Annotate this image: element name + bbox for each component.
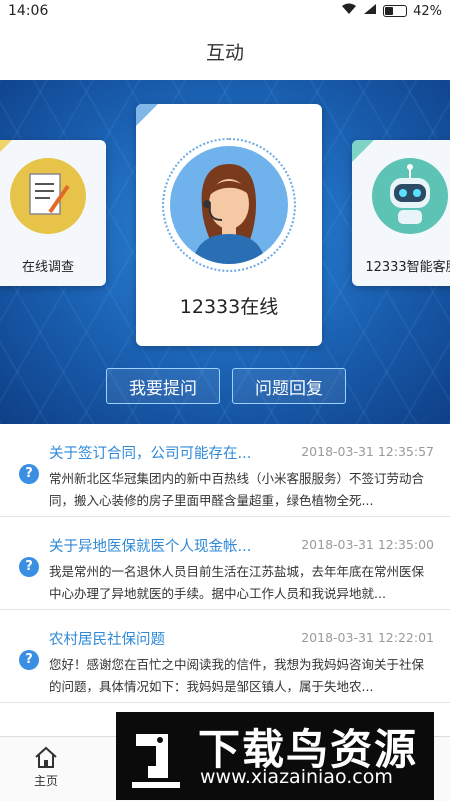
card-corner	[352, 140, 374, 162]
card-12333-smart-service[interactable]: 12333智能客服	[352, 140, 450, 286]
signal-icon	[363, 3, 377, 19]
question-icon: ?	[19, 464, 39, 484]
question-list: 关于签订合同，公司可能存在... 2018-03-31 12:35:57 ? 常…	[0, 424, 450, 703]
header: 互动	[0, 22, 450, 81]
question-reply-button[interactable]: 问题回复	[232, 368, 346, 404]
ask-question-button[interactable]: 我要提问	[106, 368, 220, 404]
question-icon: ?	[19, 650, 39, 670]
watermark: 下载鸟资源 www.xiazainiao.com	[116, 712, 434, 800]
card-label-online: 12333在线	[179, 296, 279, 318]
robot-icon	[372, 158, 448, 234]
card-corner	[136, 104, 158, 126]
card-12333-online[interactable]: 12333在线	[136, 104, 322, 346]
question-body: 您好！感谢您在百忙之中阅读我的信件，我想为我妈妈咨询关于社保的问题，具体情况如下…	[49, 657, 425, 694]
watermark-url: www.xiazainiao.com	[200, 766, 393, 788]
question-title[interactable]: 农村居民社保问题	[49, 628, 274, 649]
status-icons: 42%	[341, 3, 442, 19]
question-time: 2018-03-31 12:22:01	[301, 630, 434, 645]
service-carousel[interactable]: 在线调查 12333在线 12333智能客服 我要提问 问题回复	[0, 80, 450, 424]
list-item[interactable]: 农村居民社保问题 2018-03-31 12:22:01 ? 您好！感谢您在百忙…	[0, 610, 450, 703]
question-body: 常州新北区华冠集团内的新中百热线（小米客服服务）不签订劳动合同，搬入心装修的房子…	[49, 471, 425, 508]
card-online-survey[interactable]: 在线调查	[0, 140, 106, 286]
agent-avatar-icon	[170, 146, 288, 264]
question-time: 2018-03-31 12:35:57	[301, 444, 434, 459]
question-title[interactable]: 关于异地医保就医个人现金帐...	[49, 535, 274, 556]
tab-home[interactable]: 主页	[24, 745, 68, 789]
question-title[interactable]: 关于签订合同，公司可能存在...	[49, 442, 274, 463]
question-time: 2018-03-31 12:35:00	[301, 537, 434, 552]
status-time: 14:06	[8, 3, 49, 19]
card-label-smart-service: 12333智能客服	[365, 260, 450, 275]
question-body: 我是常州的一名退休人员目前生活在江苏盐城，去年年底在常州医保中心办理了异地就医的…	[49, 564, 425, 601]
card-label-survey: 在线调查	[21, 260, 74, 275]
question-icon: ?	[19, 557, 39, 577]
tab-home-label: 主页	[33, 774, 58, 788]
list-item[interactable]: 关于签订合同，公司可能存在... 2018-03-31 12:35:57 ? 常…	[0, 424, 450, 517]
list-item[interactable]: 关于异地医保就医个人现金帐... 2018-03-31 12:35:00 ? 我…	[0, 517, 450, 610]
status-bar: 14:06 42%	[0, 0, 450, 22]
battery-icon	[383, 5, 408, 17]
wifi-icon	[341, 3, 357, 19]
page-title: 互动	[205, 41, 244, 64]
battery-percent: 42%	[413, 3, 442, 19]
survey-icon	[10, 158, 86, 234]
home-icon	[33, 746, 59, 772]
bird-logo-icon	[124, 720, 188, 792]
